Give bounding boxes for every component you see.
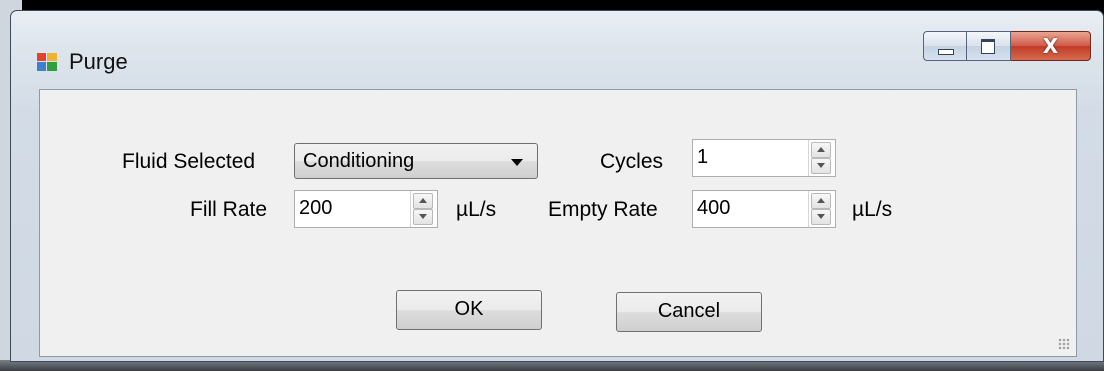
empty-rate-increment-button[interactable] (811, 193, 831, 209)
fill-rate-stepper[interactable]: 200 (294, 190, 438, 228)
fill-rate-decrement-button[interactable] (413, 209, 433, 225)
fill-rate-value[interactable]: 200 (299, 197, 379, 220)
arrow-down-icon (419, 214, 427, 219)
maximize-button[interactable] (967, 31, 1011, 61)
fill-rate-label: Fill Rate (190, 198, 268, 221)
dialog-client-area: Fluid Selected Conditioning Cycles 1 Fil… (39, 89, 1077, 357)
arrow-down-icon (817, 214, 825, 219)
cycles-decrement-button[interactable] (811, 158, 831, 174)
resize-grip-icon[interactable] (1058, 338, 1070, 350)
empty-rate-spin-buttons (808, 191, 835, 227)
fluid-select-value: Conditioning (303, 150, 415, 172)
empty-rate-label: Empty Rate (548, 198, 658, 221)
empty-rate-stepper[interactable]: 400 (692, 190, 836, 228)
minimize-button[interactable] (923, 31, 967, 61)
cycles-label: Cycles (600, 150, 664, 173)
cancel-button[interactable]: Cancel (616, 292, 762, 332)
empty-rate-unit: µL/s (852, 198, 893, 221)
purge-dialog: Purge X Fluid Selected Conditioning Cycl… (10, 10, 1104, 362)
fluid-select[interactable]: Conditioning (294, 143, 538, 179)
ok-button[interactable]: OK (396, 290, 542, 330)
empty-rate-value[interactable]: 400 (697, 197, 777, 220)
cycles-increment-button[interactable] (811, 142, 831, 158)
close-icon: X (1042, 34, 1059, 58)
fill-rate-spin-buttons (410, 191, 437, 227)
chevron-down-icon (511, 159, 523, 166)
minimize-icon (938, 49, 954, 55)
fill-rate-increment-button[interactable] (413, 193, 433, 209)
fluid-selected-label: Fluid Selected (122, 150, 256, 173)
form-app-icon (37, 53, 57, 71)
window-title: Purge (69, 49, 128, 74)
maximize-icon (981, 39, 995, 54)
arrow-down-icon (817, 163, 825, 168)
empty-rate-decrement-button[interactable] (811, 209, 831, 225)
cycles-value[interactable]: 1 (697, 146, 777, 169)
cycles-spin-buttons (808, 140, 835, 176)
arrow-up-icon (817, 198, 825, 203)
arrow-up-icon (419, 198, 427, 203)
title-bar[interactable]: Purge X (11, 11, 1103, 89)
caption-buttons: X (923, 31, 1091, 65)
close-button[interactable]: X (1011, 31, 1091, 61)
cycles-stepper[interactable]: 1 (692, 139, 836, 177)
fill-rate-unit: µL/s (456, 198, 497, 221)
arrow-up-icon (817, 147, 825, 152)
